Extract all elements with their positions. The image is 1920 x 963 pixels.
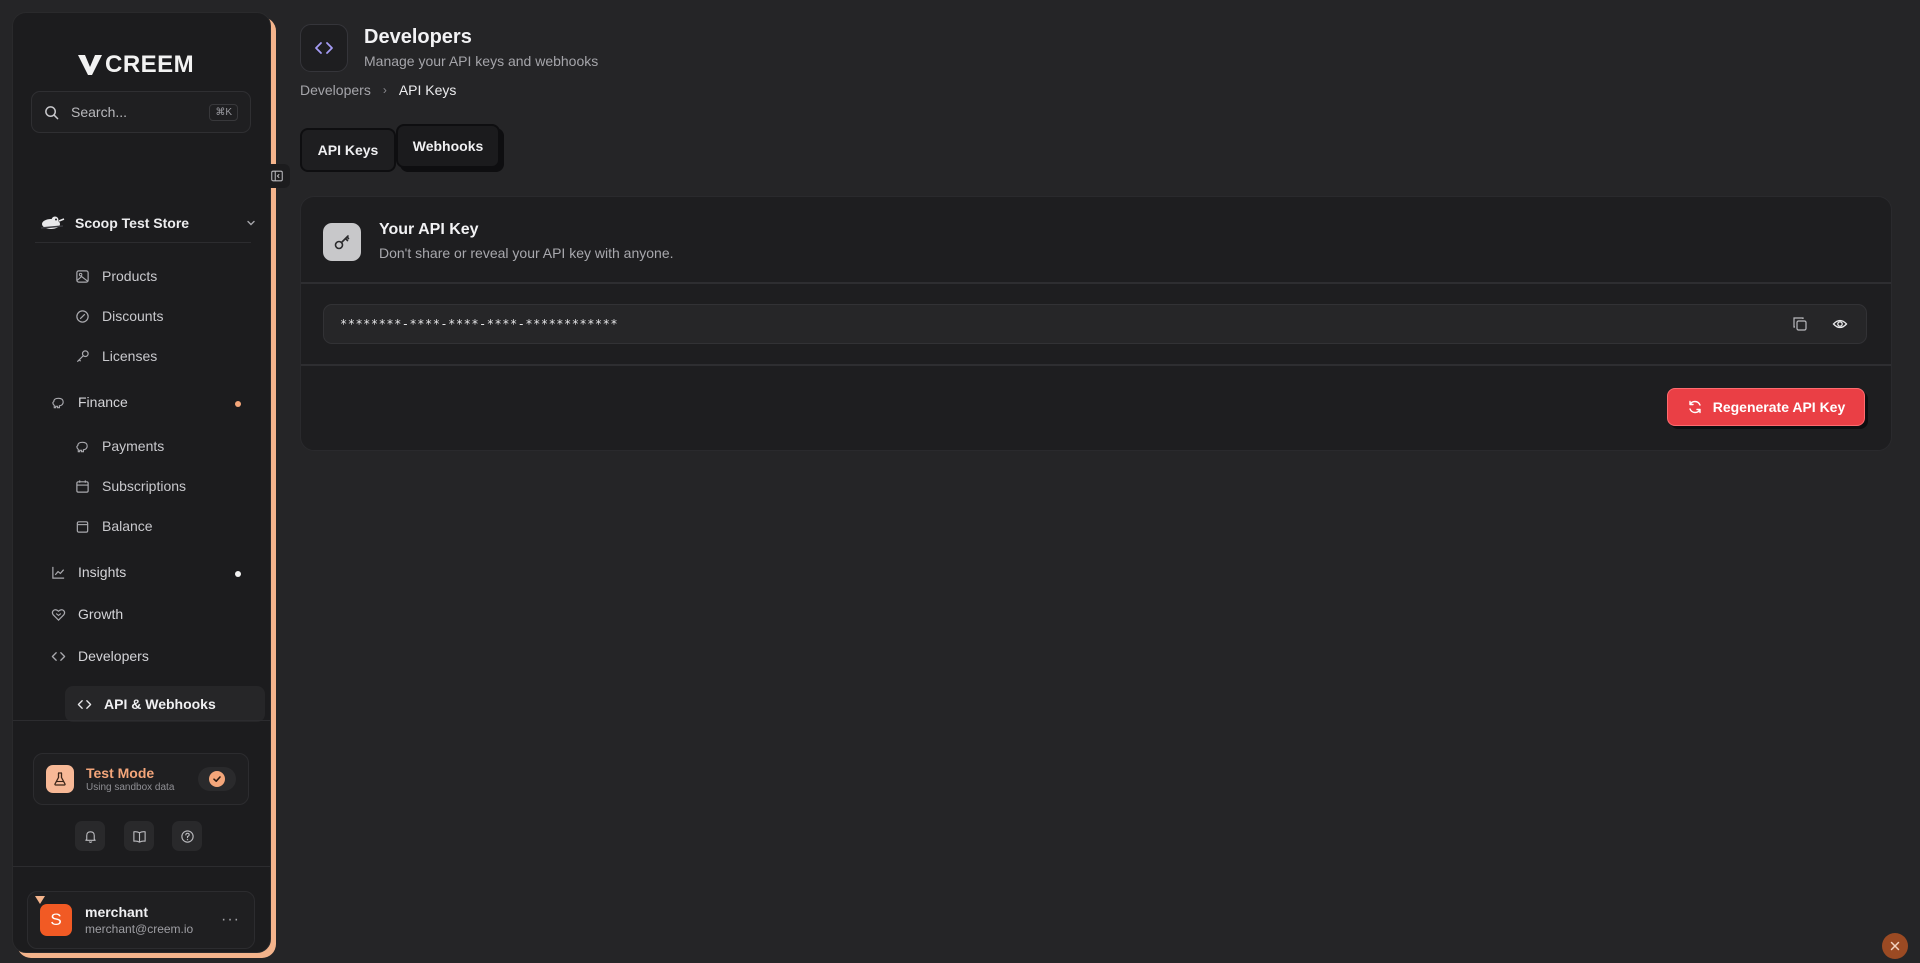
regenerate-label: Regenerate API Key — [1712, 399, 1846, 415]
api-key-value: ********-****-****-****-************ — [340, 317, 619, 331]
eye-icon — [1832, 319, 1848, 329]
sidebar-item-label: Discounts — [102, 308, 164, 324]
account-email: merchant@creem.io — [85, 922, 194, 936]
help-circle-icon — [180, 829, 194, 843]
help-button[interactable] — [172, 821, 202, 851]
flask-icon — [46, 765, 74, 793]
key-icon — [76, 349, 89, 362]
creem-mark-icon — [35, 896, 45, 904]
code-icon — [315, 42, 333, 54]
close-button[interactable] — [1882, 933, 1908, 959]
tab-webhooks[interactable]: Webhooks — [396, 124, 500, 168]
divider — [35, 242, 251, 243]
piggy-bank-icon — [52, 397, 64, 408]
sidebar-item-developers[interactable]: Developers — [51, 648, 149, 664]
divider — [301, 282, 1891, 284]
sidebar-item-label: Subscriptions — [102, 478, 187, 494]
sidebar-item-licenses[interactable]: Licenses — [75, 348, 157, 364]
sidebar-item-growth[interactable]: Growth — [51, 606, 123, 622]
sidebar-item-finance[interactable]: Finance — [51, 394, 128, 410]
copy-icon — [1793, 317, 1807, 331]
code-icon — [51, 651, 66, 661]
avatar: S — [40, 904, 72, 936]
test-mode-title: Test Mode — [86, 765, 155, 781]
sidebar: CREEM Search... ⌘K Scoop Test Store Prod… — [12, 12, 271, 953]
sidebar-item-payments[interactable]: Payments — [75, 438, 164, 454]
regenerate-api-key-button[interactable]: Regenerate API Key — [1667, 388, 1865, 426]
refresh-icon — [1689, 400, 1701, 414]
collapse-sidebar-button[interactable] — [264, 164, 290, 188]
api-key-field[interactable]: ********-****-****-****-************ — [323, 304, 1867, 344]
sidebar-item-insights[interactable]: Insights — [51, 564, 126, 580]
bell-icon — [84, 830, 96, 843]
heart-handshake-icon — [51, 608, 66, 621]
sidebar-item-label: API & Webhooks — [104, 696, 216, 712]
breadcrumb-developers[interactable]: Developers — [300, 82, 371, 98]
account-name: merchant — [85, 904, 149, 920]
sidebar-item-label: Growth — [78, 606, 124, 622]
page-subtitle: Manage your API keys and webhooks — [364, 53, 599, 69]
key-icon — [323, 223, 361, 261]
docs-button[interactable] — [124, 821, 154, 851]
api-key-subtitle: Don't share or reveal your API key with … — [379, 245, 674, 261]
sidebar-item-api-webhooks[interactable]: API & Webhooks — [65, 686, 265, 722]
code-icon — [77, 699, 92, 709]
image-icon — [76, 269, 89, 283]
check-icon — [209, 771, 225, 787]
search-icon — [45, 105, 59, 119]
sidebar-item-products[interactable]: Products — [75, 268, 157, 284]
account-menu[interactable]: S merchant merchant@creem.io ··· — [27, 891, 255, 949]
sidebar-item-label: Insights — [78, 564, 127, 580]
sidebar-item-label: Finance — [78, 394, 128, 410]
creem-logo[interactable]: CREEM — [77, 51, 194, 79]
test-mode-panel: Test Mode Using sandbox data — [33, 753, 249, 805]
piggy-bank-icon — [76, 441, 88, 452]
wallet-icon — [76, 520, 89, 533]
chevron-down-icon — [247, 220, 255, 226]
api-key-card: Your API Key Don't share or reveal your … — [300, 196, 1892, 451]
sidebar-item-label: Licenses — [102, 348, 158, 364]
sidebar-item-balance[interactable]: Balance — [75, 518, 153, 534]
divider — [301, 364, 1891, 366]
notifications-button[interactable] — [75, 821, 105, 851]
divider — [13, 866, 270, 867]
store-avatar-icon — [40, 216, 65, 229]
search-input[interactable]: Search... ⌘K — [31, 91, 251, 133]
sidebar-item-subscriptions[interactable]: Subscriptions — [75, 478, 186, 494]
breadcrumb-current: API Keys — [398, 82, 457, 98]
discount-icon — [76, 309, 89, 323]
sidebar-item-label: Payments — [102, 438, 165, 454]
sidebar-item-discounts[interactable]: Discounts — [75, 308, 163, 324]
copy-button[interactable] — [1790, 314, 1810, 334]
chart-line-icon — [52, 566, 65, 579]
chevron-right-icon: › — [382, 83, 387, 97]
sidebar-item-label: Developers — [78, 648, 149, 664]
store-switcher[interactable]: Scoop Test Store — [39, 209, 257, 237]
brand-name: CREEM — [105, 51, 195, 78]
sidebar-collapse-icon — [271, 170, 283, 182]
test-mode-subtitle: Using sandbox data — [86, 782, 175, 793]
tab-api-keys[interactable]: API Keys — [300, 128, 396, 172]
sidebar-item-label: Balance — [102, 518, 153, 534]
test-mode-toggle[interactable] — [198, 767, 236, 791]
breadcrumb: Developers › API Keys — [300, 82, 456, 98]
calendar-icon — [76, 479, 89, 493]
close-icon — [1890, 941, 1900, 951]
search-shortcut: ⌘K — [209, 103, 238, 121]
page-title: Developers — [364, 26, 472, 48]
finance-notification-dot — [235, 401, 241, 407]
book-open-icon — [132, 830, 146, 843]
more-options-icon[interactable]: ··· — [221, 911, 240, 929]
insights-notification-dot — [235, 571, 241, 577]
sidebar-item-label: Products — [102, 268, 158, 284]
creem-logo-icon — [78, 55, 102, 75]
search-placeholder: Search... — [71, 104, 128, 120]
developers-header-icon — [300, 24, 348, 72]
divider — [13, 720, 270, 721]
api-key-title: Your API Key — [379, 221, 479, 238]
reveal-key-button[interactable] — [1830, 314, 1850, 334]
store-name: Scoop Test Store — [75, 215, 190, 231]
